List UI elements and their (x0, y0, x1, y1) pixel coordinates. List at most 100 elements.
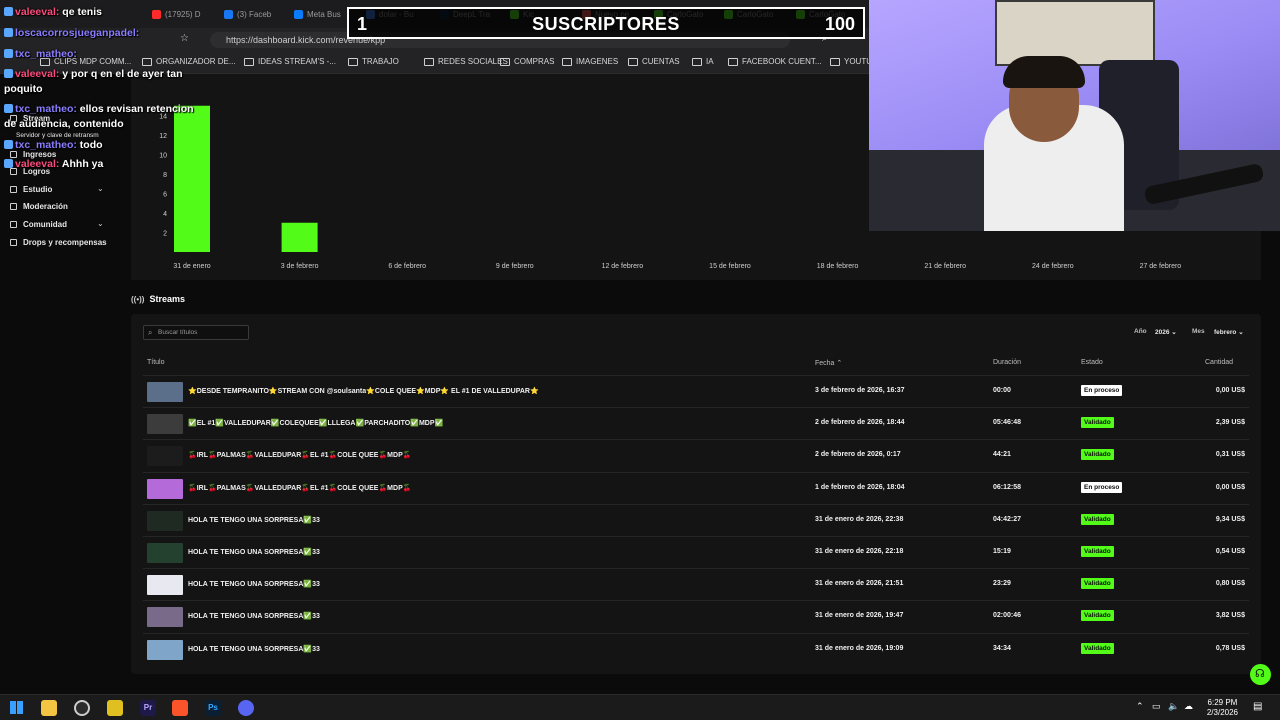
chat-username: valeeval: (15, 6, 60, 18)
system-clock[interactable]: 6:29 PM 2/3/2026 (1207, 698, 1238, 718)
x-tick-label: 24 de febrero (1032, 263, 1074, 270)
bookmark-item[interactable]: ORGANIZADOR DE... (142, 57, 236, 66)
stream-thumbnail[interactable] (147, 478, 183, 499)
column-header-status[interactable]: Estado (1081, 359, 1103, 366)
chat-badge-icon (4, 49, 13, 58)
sidebar-item[interactable]: Comunidad (10, 220, 67, 229)
chevron-down-icon[interactable]: ⌄ (97, 219, 104, 228)
chat-message: valeeval: y por q en el de ayer tan (4, 68, 183, 80)
discord-icon[interactable] (238, 700, 254, 716)
bookmark-item[interactable]: TRABAJO (348, 57, 399, 66)
x-tick-label: 27 de febrero (1140, 263, 1182, 270)
browser-tab[interactable]: (3) Faceb (224, 6, 290, 22)
file-explorer-icon[interactable] (41, 700, 57, 716)
table-row[interactable]: 🍒IRL🍒PALMAS🍒VALLEDUPAR🍒EL #1🍒COLE QUEE🍒M… (143, 439, 1249, 471)
bookmark-star-icon[interactable]: ☆ (180, 33, 189, 44)
sidebar-item[interactable]: Servidor y clave de retransm (16, 132, 99, 139)
column-header-title[interactable]: Título (147, 359, 165, 366)
stream-title[interactable]: HOLA TE TENGO UNA SORPRESA✅33 (188, 548, 320, 556)
month-select[interactable]: febrero ⌄ (1214, 328, 1244, 336)
bookmark-item[interactable]: COMPRAS (500, 57, 554, 66)
notifications-icon[interactable]: ▤ (1253, 701, 1262, 712)
column-header-amount[interactable]: Cantidad (1205, 359, 1233, 366)
search-input[interactable]: ⌕ Buscar títulos (143, 325, 249, 340)
chevron-down-icon[interactable]: ⌄ (97, 184, 104, 193)
windows-start-icon[interactable] (10, 701, 23, 714)
table-row[interactable]: 🍒IRL🍒PALMAS🍒VALLEDUPAR🍒EL #1🍒COLE QUEE🍒M… (143, 471, 1249, 504)
year-select[interactable]: 2026 ⌄ (1155, 328, 1177, 336)
chat-text: de audiencia, contenido (4, 118, 124, 130)
bookmark-item[interactable]: YOUTU (830, 57, 872, 66)
brave-browser-icon[interactable] (172, 700, 188, 716)
bookmark-item[interactable]: IMAGENES (562, 57, 618, 66)
folder-icon (562, 57, 572, 66)
chat-badge-icon (4, 69, 13, 78)
stream-thumbnail[interactable] (147, 639, 183, 660)
stream-thumbnail[interactable] (147, 446, 183, 467)
table-row[interactable]: HOLA TE TENGO UNA SORPRESA✅33 31 de enero… (143, 632, 1249, 665)
table-row[interactable]: ⭐DESDE TEMPRANITO⭐STREAM CON @soulsanta⭐… (143, 375, 1249, 407)
stream-amount: 2,39 US$ (1215, 419, 1245, 427)
table-row[interactable]: ✅EL #1✅VALLEDUPAR✅COLEQUEE✅LLLEGA✅PARCHA… (143, 407, 1249, 439)
stream-thumbnail[interactable] (147, 414, 183, 435)
tray-chevron-icon[interactable]: ⌃ (1136, 701, 1144, 712)
x-tick-label: 3 de febrero (281, 263, 319, 270)
bookmark-label: TRABAJO (362, 57, 399, 66)
tab-favicon-icon (224, 9, 233, 19)
stream-title[interactable]: 🍒IRL🍒PALMAS🍒VALLEDUPAR🍒EL #1🍒COLE QUEE🍒M… (188, 484, 411, 492)
photoshop-icon[interactable]: Ps (205, 700, 221, 716)
table-row[interactable]: HOLA TE TENGO UNA SORPRESA✅33 31 de enero… (143, 503, 1249, 536)
bookmark-item[interactable]: FACEBOOK CUENT... (728, 57, 822, 66)
stream-title[interactable]: ⭐DESDE TEMPRANITO⭐STREAM CON @soulsanta⭐… (188, 387, 539, 395)
sidebar-item[interactable]: Moderación (10, 202, 68, 211)
sidebar-item[interactable]: Estudio (10, 185, 52, 194)
bookmark-item[interactable]: IDEAS STREAM'S -... (244, 57, 336, 66)
bookmark-item[interactable]: CUENTAS (628, 57, 680, 66)
stream-date: 3 de febrero de 2026, 16:37 (815, 387, 905, 394)
stream-duration: 06:12:58 (993, 483, 1022, 491)
wall-poster (995, 0, 1155, 66)
stream-title[interactable]: ✅EL #1✅VALLEDUPAR✅COLEQUEE✅LLLEGA✅PARCHA… (188, 419, 443, 427)
stream-thumbnail[interactable] (147, 382, 183, 402)
onedrive-icon[interactable]: ☁ (1184, 701, 1193, 712)
chart-bar[interactable] (174, 105, 210, 252)
status-badge: Validado (1081, 546, 1114, 557)
x-tick-label: 18 de febrero (817, 263, 859, 270)
streams-heading: ((•)) Streams (131, 294, 185, 304)
column-header-date[interactable]: Fecha ⌃ (815, 359, 842, 367)
year-filter-label: Año (1134, 328, 1147, 335)
search-icon: ⌕ (148, 328, 153, 337)
browser-tab[interactable]: (17925) D (152, 6, 218, 22)
premiere-icon[interactable]: Pr (140, 700, 156, 716)
stream-title[interactable]: HOLA TE TENGO UNA SORPRESA✅33 (188, 516, 320, 524)
folder-icon (500, 57, 510, 66)
month-filter-label: Mes (1192, 328, 1205, 335)
bookmark-label: CUENTAS (642, 57, 680, 66)
bookmark-label: IDEAS STREAM'S -... (258, 57, 336, 66)
sticky-app-icon[interactable] (107, 700, 123, 716)
network-icon[interactable]: ▭ (1152, 701, 1161, 712)
sidebar-item-label: Drops y recompensas (23, 238, 107, 247)
stream-title[interactable]: HOLA TE TENGO UNA SORPRESA✅33 (188, 580, 320, 588)
table-row[interactable]: HOLA TE TENGO UNA SORPRESA✅33 31 de enero… (143, 568, 1249, 600)
bookmark-item[interactable]: REDES SOCIALES (424, 57, 508, 66)
sidebar-item[interactable]: Drops y recompensas (10, 238, 107, 247)
stream-thumbnail[interactable] (147, 607, 183, 628)
chat-text: poquito (4, 83, 43, 95)
stream-title[interactable]: HOLA TE TENGO UNA SORPRESA✅33 (188, 612, 320, 620)
stream-thumbnail[interactable] (147, 575, 183, 596)
stream-title[interactable]: 🍒IRL🍒PALMAS🍒VALLEDUPAR🍒EL #1🍒COLE QUEE🍒M… (188, 451, 411, 459)
stream-amount: 0,54 US$ (1215, 548, 1245, 555)
column-header-duration[interactable]: Duración (993, 359, 1021, 366)
stream-thumbnail[interactable] (147, 543, 183, 563)
chart-bar[interactable] (281, 222, 318, 252)
obs-icon[interactable] (74, 700, 90, 716)
support-chat-button[interactable]: ☊ (1250, 664, 1271, 685)
table-row[interactable]: HOLA TE TENGO UNA SORPRESA✅33 31 de enero… (143, 600, 1249, 632)
bookmark-item[interactable]: IA (692, 57, 714, 66)
volume-icon[interactable]: 🔈 (1168, 701, 1179, 712)
stream-thumbnail[interactable] (147, 510, 183, 531)
stream-title[interactable]: HOLA TE TENGO UNA SORPRESA✅33 (188, 645, 320, 653)
table-row[interactable]: HOLA TE TENGO UNA SORPRESA✅33 31 de enero… (143, 536, 1249, 568)
chat-username: txc_matheo: (15, 139, 77, 151)
